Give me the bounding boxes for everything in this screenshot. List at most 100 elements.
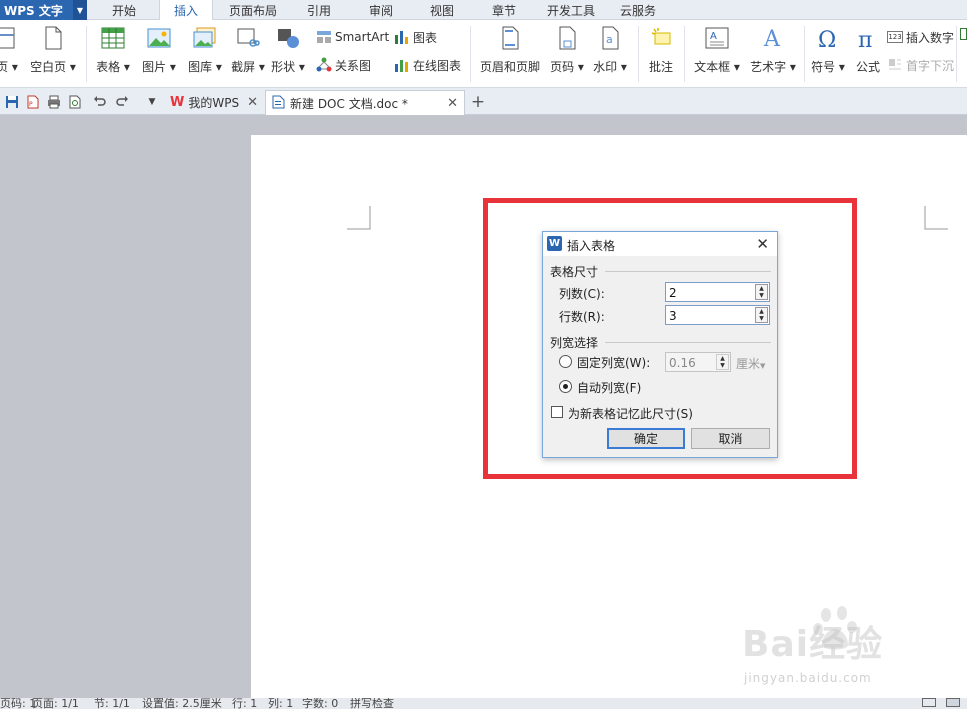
- app-menu-button[interactable]: WPS 文字 ▼: [0, 0, 87, 20]
- textbox-button[interactable]: A 文本框 ▾: [692, 24, 742, 82]
- stepper-arrows[interactable]: ▲ ▼: [755, 284, 768, 300]
- comment-button[interactable]: 批注: [644, 24, 678, 82]
- picture-button[interactable]: 图片 ▾: [139, 24, 179, 82]
- bar-chart-icon: [394, 29, 410, 45]
- gallery-button[interactable]: 图库 ▾: [183, 24, 227, 82]
- stepper-arrows[interactable]: ▲ ▼: [716, 354, 729, 370]
- symbol-button[interactable]: Ω 符号 ▾: [808, 24, 848, 82]
- tab-insert[interactable]: 插入: [159, 0, 213, 21]
- textbox-label: 文本框: [694, 60, 731, 74]
- symbol-label: 符号: [811, 60, 836, 74]
- status-word-count: 字数: 0: [302, 698, 339, 709]
- margin-corner-mark: [347, 206, 371, 230]
- drop-cap-button[interactable]: 首字下沉: [887, 56, 954, 74]
- smartart-button[interactable]: SmartArt: [316, 28, 389, 46]
- blank-page-button[interactable]: 空白页 ▾: [28, 24, 78, 82]
- chevron-down-icon: ▼: [760, 362, 766, 370]
- menu-bar: WPS 文字 ▼ 开始 插入 页面布局 引用 审阅 视图 章节 开发工具 云服务: [0, 0, 967, 21]
- picture-label: 图片: [142, 60, 167, 74]
- chevron-up-icon[interactable]: ▲: [756, 285, 767, 292]
- table-icon: [101, 26, 125, 50]
- ribbon-divider: [638, 26, 639, 82]
- formula-label: 公式: [855, 60, 880, 74]
- dialog-titlebar[interactable]: W 插入表格 ✕: [543, 232, 777, 256]
- tab-view[interactable]: 视图: [419, 0, 465, 20]
- tab-review[interactable]: 审阅: [358, 0, 404, 20]
- svg-text:a: a: [606, 33, 613, 46]
- screenshot-label: 截屏: [231, 60, 256, 74]
- status-page-number: 页码: 1: [0, 698, 37, 709]
- header-footer-button[interactable]: 页眉和页脚: [478, 24, 542, 82]
- close-icon[interactable]: ✕: [247, 95, 258, 110]
- print-icon[interactable]: [46, 94, 62, 110]
- shape-button[interactable]: 形状 ▾: [270, 24, 306, 82]
- chevron-down-icon[interactable]: ▼: [756, 315, 767, 322]
- comment-label: 批注: [648, 60, 673, 74]
- relation-chart-button[interactable]: 关系图: [316, 56, 371, 74]
- page-number-label: 页码: [550, 60, 575, 74]
- chevron-down-icon[interactable]: ▼: [717, 362, 728, 369]
- status-spellcheck[interactable]: 拼写检查: [350, 698, 394, 709]
- chevron-down-icon[interactable]: ▼: [144, 94, 160, 110]
- tab-developer[interactable]: 开发工具: [541, 0, 601, 20]
- chevron-down-icon[interactable]: ▼: [756, 292, 767, 299]
- save-icon[interactable]: [4, 94, 20, 110]
- undo-icon[interactable]: [92, 94, 108, 110]
- fixed-width-radio[interactable]: [559, 355, 572, 368]
- table-button[interactable]: 表格 ▾: [93, 24, 133, 82]
- svg-text:π: π: [858, 28, 872, 50]
- tab-cloud[interactable]: 云服务: [613, 0, 663, 20]
- watermark-button[interactable]: a 水印 ▾: [590, 24, 630, 82]
- unit-select[interactable]: 厘米▼: [736, 355, 765, 372]
- chart-label: 图表: [413, 30, 438, 45]
- chevron-up-icon[interactable]: ▲: [717, 355, 728, 362]
- screenshot-button[interactable]: 截屏 ▾: [228, 24, 268, 82]
- chart-button[interactable]: 图表: [394, 28, 437, 46]
- online-chart-button[interactable]: 在线图表: [394, 56, 461, 74]
- table-size-section-label: 表格尺寸: [550, 265, 599, 279]
- columns-stepper[interactable]: 2 ▲ ▼: [665, 282, 770, 302]
- chevron-down-icon[interactable]: ▼: [73, 0, 87, 20]
- page-label: 页: [0, 60, 9, 74]
- status-pages: 页面: 1/1: [32, 698, 79, 709]
- watermark-url: jingyan.baidu.com: [744, 671, 872, 685]
- pi-icon: π: [856, 26, 880, 50]
- tab-chapter[interactable]: 章节: [481, 0, 527, 20]
- page-number-button[interactable]: 页码 ▾: [548, 24, 586, 82]
- fixed-width-stepper[interactable]: 0.16 ▲ ▼: [665, 352, 731, 372]
- watermark-text: Bai经验: [742, 624, 884, 665]
- tab-home[interactable]: 开始: [98, 0, 150, 20]
- insert-number-button[interactable]: 123 插入数字: [887, 28, 954, 46]
- partial-icon: [960, 28, 967, 40]
- blank-page-icon: [41, 26, 65, 50]
- auto-width-radio[interactable]: [559, 380, 572, 393]
- tab-my-wps[interactable]: W 我的WPS ✕: [164, 90, 264, 115]
- picture-icon: [147, 26, 171, 50]
- tab-page-layout[interactable]: 页面布局: [222, 0, 284, 20]
- formula-button[interactable]: π 公式: [852, 24, 884, 82]
- print-preview-icon[interactable]: [67, 94, 83, 110]
- redo-icon[interactable]: [114, 94, 130, 110]
- ok-button[interactable]: 确定: [607, 428, 685, 449]
- document-tab-bar: P ▼ W 我的WPS ✕ 新建 DOC 文档.doc * ✕ +: [0, 88, 967, 115]
- view-mode-icon[interactable]: [922, 698, 936, 707]
- view-mode-icon[interactable]: [946, 698, 960, 707]
- chevron-up-icon[interactable]: ▲: [756, 308, 767, 315]
- rows-stepper[interactable]: 3 ▲ ▼: [665, 305, 770, 325]
- export-pdf-icon[interactable]: P: [25, 94, 41, 110]
- remember-size-checkbox[interactable]: [551, 406, 563, 418]
- wordart-button[interactable]: A 艺术字 ▾: [748, 24, 798, 82]
- rows-value: 3: [669, 309, 677, 323]
- new-tab-icon[interactable]: +: [470, 92, 486, 112]
- shape-label: 形状: [271, 60, 296, 74]
- close-icon[interactable]: ✕: [447, 96, 458, 111]
- tab-references[interactable]: 引用: [296, 0, 342, 20]
- tab-document[interactable]: 新建 DOC 文档.doc * ✕: [265, 90, 465, 115]
- columns-value: 2: [669, 286, 677, 300]
- page-button[interactable]: 页 ▾: [0, 24, 22, 82]
- stepper-arrows[interactable]: ▲ ▼: [755, 307, 768, 323]
- status-row: 行: 1: [232, 698, 258, 709]
- close-icon[interactable]: ✕: [756, 235, 769, 253]
- cancel-button[interactable]: 取消: [691, 428, 770, 449]
- svg-text:P: P: [29, 101, 33, 108]
